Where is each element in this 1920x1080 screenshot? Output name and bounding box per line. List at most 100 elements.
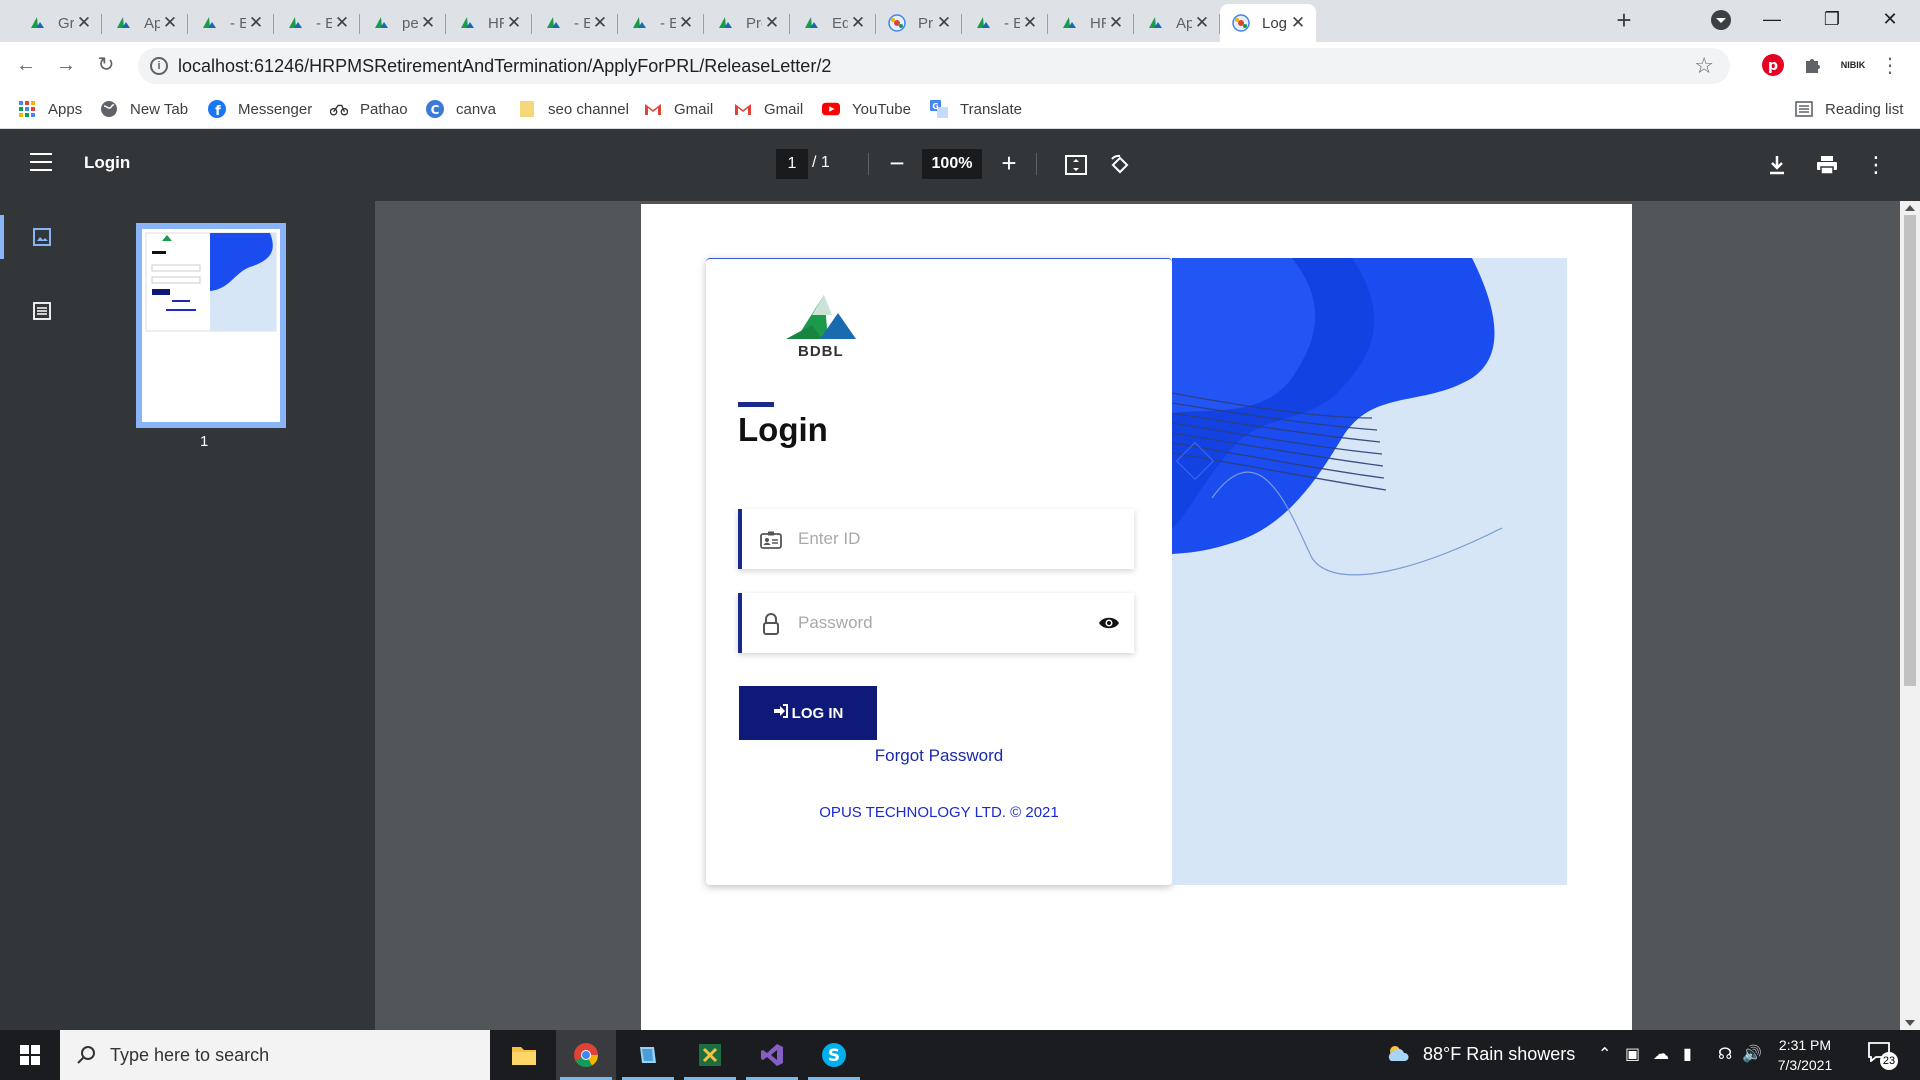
- pinterest-icon[interactable]: p: [1760, 52, 1786, 78]
- back-button[interactable]: ←: [12, 51, 40, 79]
- new-tab-button[interactable]: +: [1610, 6, 1638, 34]
- browser-tab[interactable]: Gric✕: [16, 4, 102, 42]
- close-tab-icon[interactable]: ✕: [1106, 13, 1126, 33]
- profile-extension-icon[interactable]: NIBIK: [1838, 52, 1868, 78]
- id-field[interactable]: [738, 509, 1134, 569]
- browser-tab[interactable]: pen✕: [360, 4, 446, 42]
- bookmark-item[interactable]: New Tab: [100, 97, 188, 121]
- close-tab-icon[interactable]: ✕: [1020, 13, 1040, 33]
- skype-app[interactable]: S: [804, 1030, 864, 1080]
- address-bar[interactable]: i localhost:61246/HRPMSRetirementAndTerm…: [138, 48, 1730, 84]
- more-options-icon[interactable]: ⋮: [1862, 151, 1890, 179]
- show-password-eye-icon[interactable]: [1098, 613, 1120, 633]
- close-tab-icon[interactable]: ✕: [762, 13, 782, 33]
- zoom-in-button[interactable]: +: [994, 149, 1024, 179]
- outline-icon[interactable]: [30, 299, 54, 323]
- file-explorer-app[interactable]: [494, 1030, 554, 1080]
- bookmark-item[interactable]: G Translate: [930, 97, 1022, 121]
- close-tab-icon[interactable]: ✕: [246, 13, 266, 33]
- bdbl-icon: [716, 14, 734, 32]
- close-tab-icon[interactable]: ✕: [676, 13, 696, 33]
- close-tab-icon[interactable]: ✕: [160, 13, 180, 33]
- page-number-input[interactable]: 1: [776, 149, 808, 179]
- vertical-scrollbar[interactable]: [1900, 201, 1920, 1030]
- browser-tab[interactable]: App✕: [1134, 4, 1220, 42]
- bookmark-item[interactable]: Apps: [18, 97, 82, 121]
- wifi-icon[interactable]: ☊: [1718, 1044, 1732, 1064]
- chrome-app[interactable]: [556, 1030, 616, 1080]
- weather-widget[interactable]: 88°F Rain showers: [1385, 1043, 1575, 1065]
- tab-search-button[interactable]: [1711, 10, 1731, 30]
- close-tab-icon[interactable]: ✕: [934, 13, 954, 33]
- browser-tab[interactable]: Prin✕: [876, 4, 962, 42]
- bookmark-item[interactable]: Gmail: [734, 97, 803, 121]
- battery-icon[interactable]: ▮: [1683, 1044, 1692, 1064]
- action-center-button[interactable]: 23: [1868, 1042, 1898, 1070]
- browser-tab[interactable]: HRI✕: [446, 4, 532, 42]
- url-text[interactable]: localhost:61246/HRPMSRetirementAndTermin…: [178, 56, 831, 77]
- password-field[interactable]: [738, 593, 1134, 653]
- close-tab-icon[interactable]: ✕: [1288, 13, 1308, 33]
- print-icon[interactable]: [1813, 151, 1841, 179]
- site-info-icon[interactable]: i: [150, 57, 168, 75]
- taskbar-search-box[interactable]: Type here to search: [60, 1030, 490, 1080]
- tab-active[interactable]: Log ✕: [1220, 4, 1316, 42]
- bookmark-item[interactable]: Pathao: [330, 97, 408, 121]
- notepad-app[interactable]: [618, 1030, 678, 1080]
- bookmark-item[interactable]: f Messenger: [208, 97, 312, 121]
- forgot-password-link[interactable]: Forgot Password: [706, 746, 1172, 766]
- login-button[interactable]: LOG IN: [739, 686, 877, 740]
- restore-button[interactable]: ❐: [1802, 0, 1862, 42]
- browser-tab[interactable]: App✕: [102, 4, 188, 42]
- close-tab-icon[interactable]: ✕: [504, 13, 524, 33]
- bookmark-item[interactable]: seo channel: [518, 97, 629, 121]
- scroll-up-arrow[interactable]: [1905, 205, 1915, 211]
- browser-tab[interactable]: - ER✕: [188, 4, 274, 42]
- thumbnails-icon[interactable]: [30, 225, 54, 249]
- rotate-icon[interactable]: [1106, 151, 1134, 179]
- browser-tab[interactable]: - ER✕: [962, 4, 1048, 42]
- scroll-down-arrow[interactable]: [1905, 1020, 1915, 1026]
- volume-icon[interactable]: 🔊: [1742, 1044, 1762, 1064]
- browser-tab[interactable]: Prof✕: [704, 4, 790, 42]
- reading-list-button[interactable]: Reading list: [1795, 97, 1903, 121]
- id-input[interactable]: [798, 525, 1078, 553]
- page-thumbnail[interactable]: [136, 223, 286, 428]
- password-input[interactable]: [798, 609, 1078, 637]
- browser-tab[interactable]: HRI✕: [1048, 4, 1134, 42]
- close-tab-icon[interactable]: ✕: [74, 13, 94, 33]
- download-icon[interactable]: [1763, 151, 1791, 179]
- title-accent-bar: [738, 402, 774, 407]
- menu-hamburger-icon[interactable]: [30, 153, 52, 171]
- zoom-out-button[interactable]: −: [882, 149, 912, 179]
- chrome-menu-icon[interactable]: ⋮: [1880, 52, 1900, 78]
- close-window-button[interactable]: ✕: [1860, 0, 1920, 42]
- browser-tab[interactable]: - ER✕: [274, 4, 360, 42]
- browser-tab[interactable]: Edit✕: [790, 4, 876, 42]
- show-hidden-icons-icon[interactable]: ⌃: [1598, 1044, 1611, 1064]
- minimize-button[interactable]: —: [1742, 0, 1802, 42]
- bookmark-star-icon[interactable]: ☆: [1694, 53, 1714, 79]
- close-tab-icon[interactable]: ✕: [332, 13, 352, 33]
- meet-now-icon[interactable]: ▣: [1625, 1044, 1640, 1064]
- system-clock[interactable]: 2:31 PM 7/3/2021: [1770, 1035, 1840, 1075]
- windows-start-button[interactable]: [0, 1030, 60, 1080]
- bookmark-item[interactable]: Gmail: [644, 97, 713, 121]
- bookmark-item[interactable]: YouTube: [822, 97, 911, 121]
- close-tab-icon[interactable]: ✕: [418, 13, 438, 33]
- browser-tab[interactable]: - ER✕: [532, 4, 618, 42]
- close-tab-icon[interactable]: ✕: [1192, 13, 1212, 33]
- bookmark-item[interactable]: Ccanva: [426, 97, 496, 121]
- extensions-puzzle-icon[interactable]: [1800, 52, 1826, 78]
- close-tab-icon[interactable]: ✕: [590, 13, 610, 33]
- browser-tab[interactable]: - ER✕: [618, 4, 704, 42]
- zoom-level-input[interactable]: 100%: [922, 149, 982, 179]
- reload-button[interactable]: ↻: [92, 51, 120, 79]
- spreadsheet-app[interactable]: [680, 1030, 740, 1080]
- visual-studio-app[interactable]: [742, 1030, 802, 1080]
- scrollbar-thumb[interactable]: [1904, 215, 1916, 686]
- fit-to-page-icon[interactable]: [1062, 151, 1090, 179]
- onedrive-icon[interactable]: ☁: [1653, 1044, 1669, 1064]
- forward-button[interactable]: →: [52, 51, 80, 79]
- close-tab-icon[interactable]: ✕: [848, 13, 868, 33]
